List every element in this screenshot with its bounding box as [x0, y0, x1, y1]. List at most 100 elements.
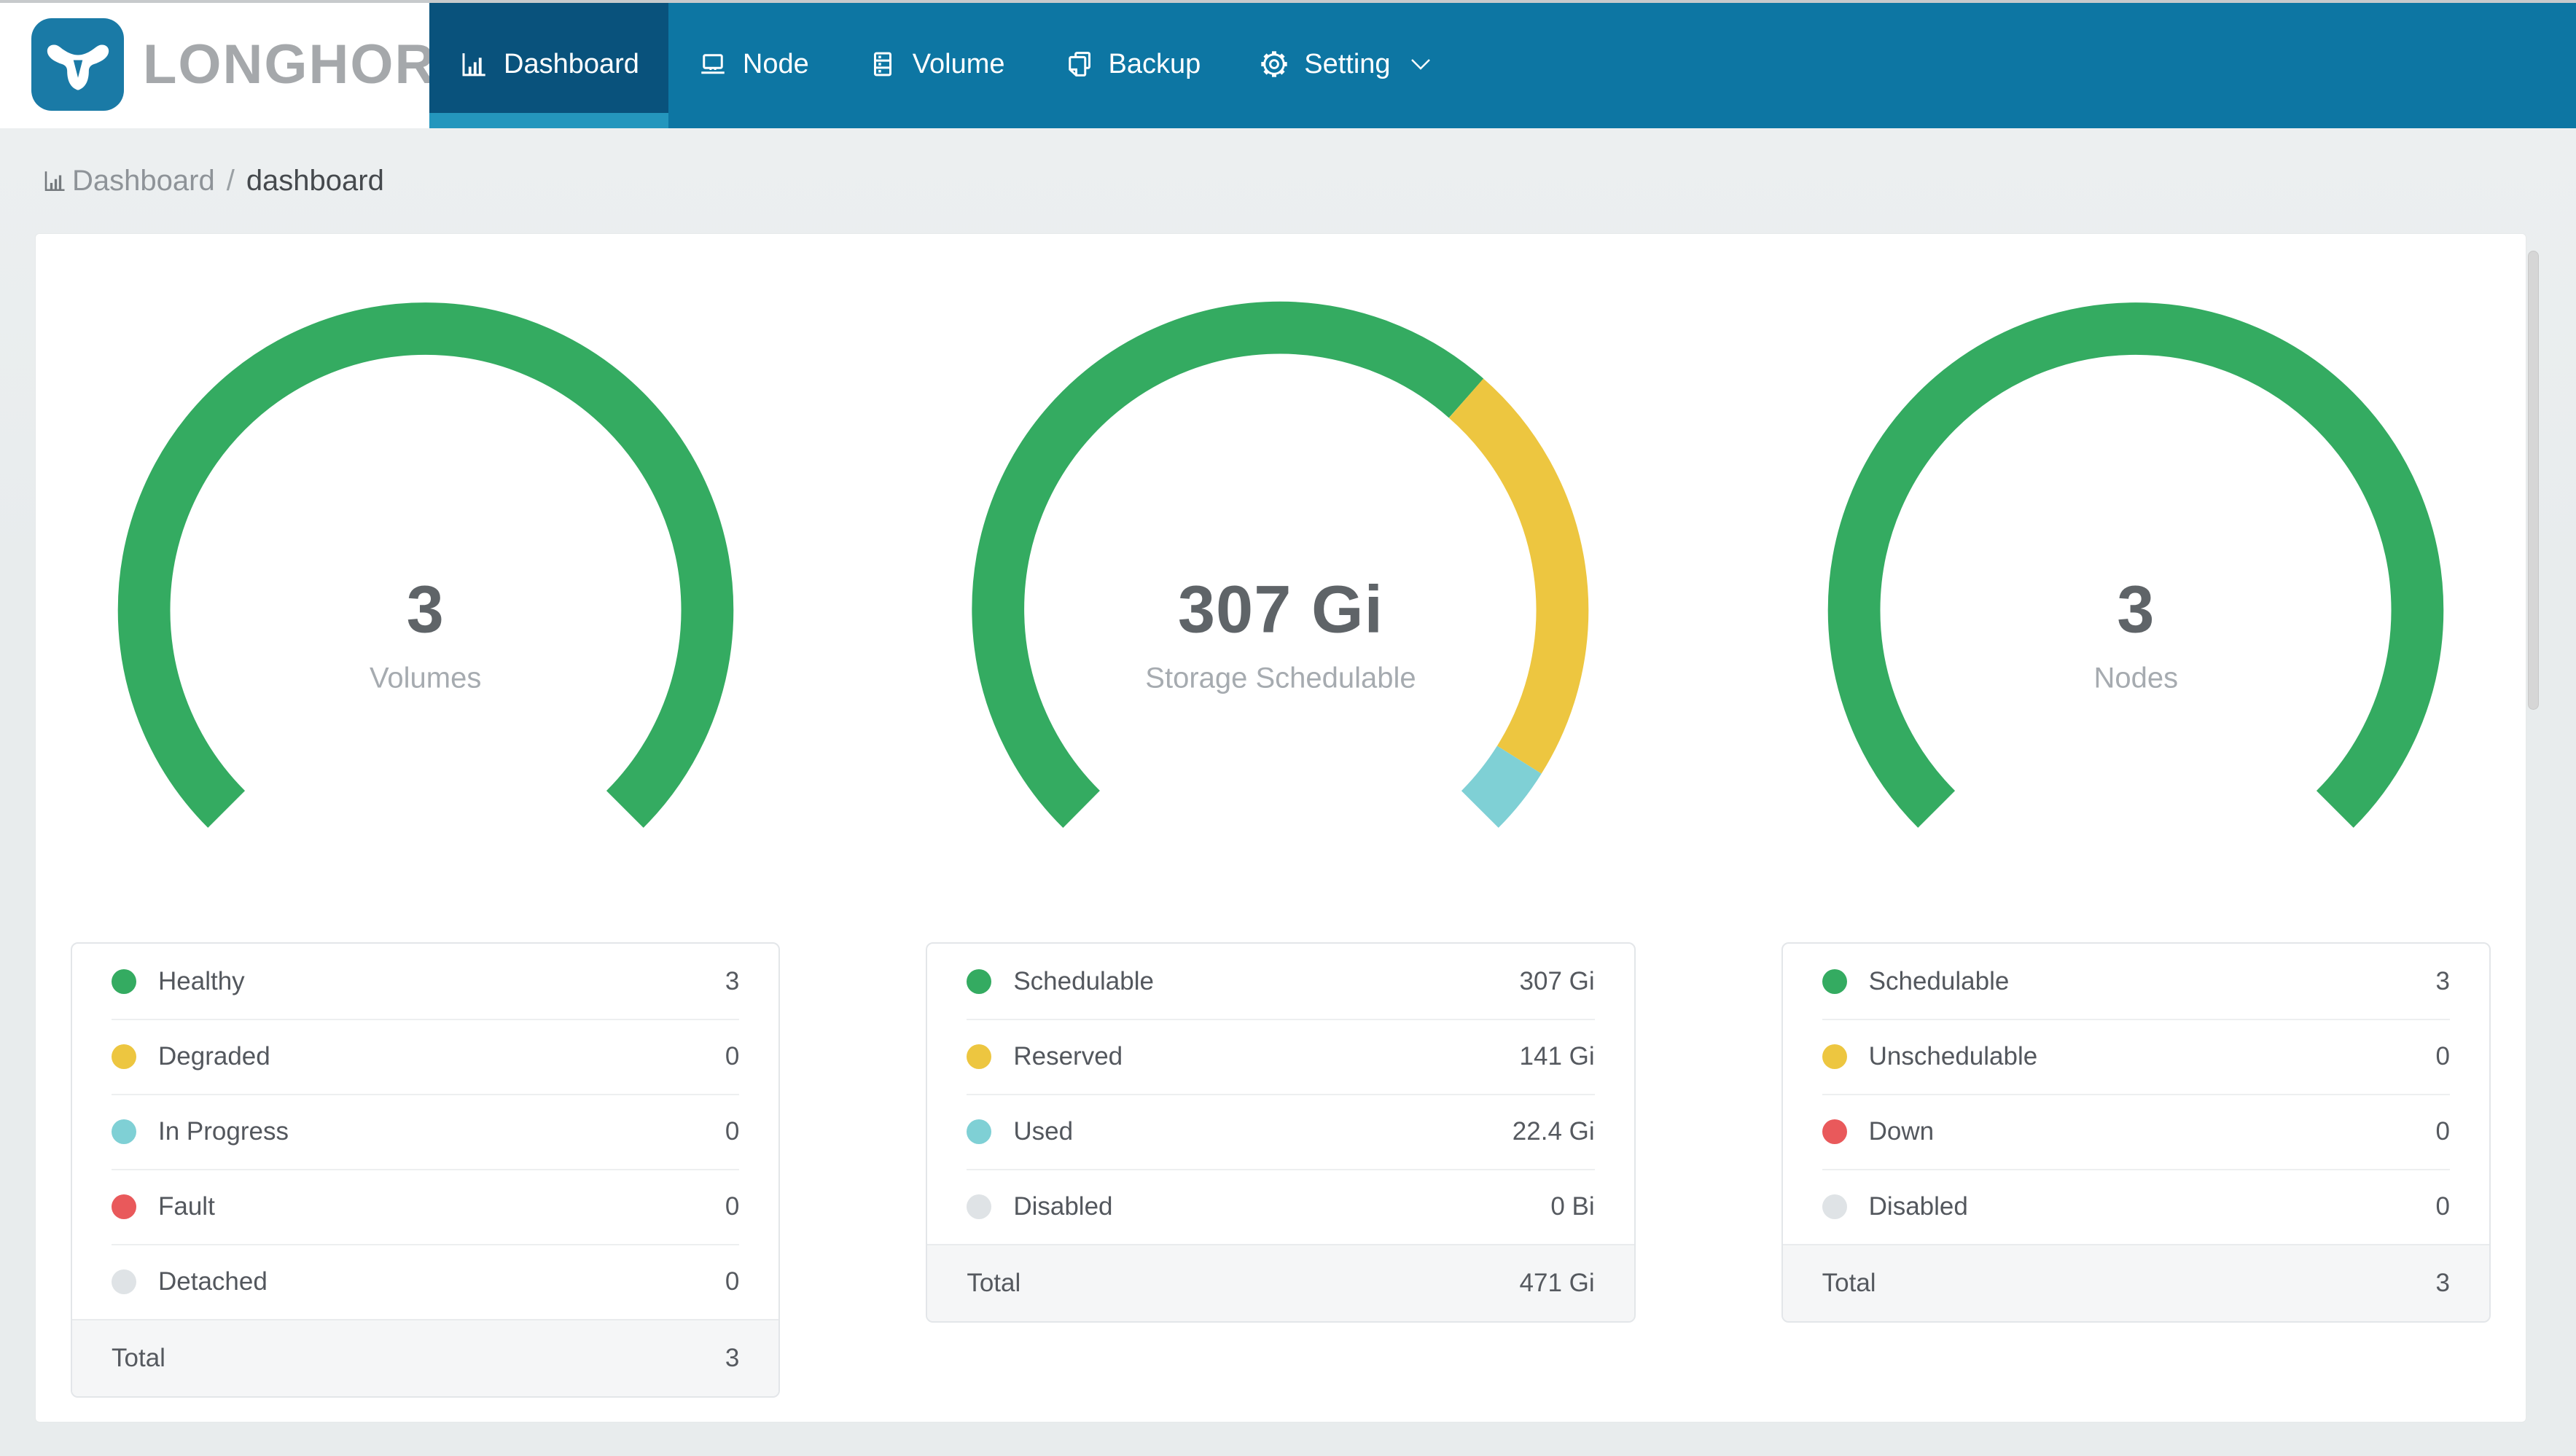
main-menu: Dashboard Node Volume Backup Setting [429, 0, 2576, 128]
table-total-row: Total 3 [72, 1319, 779, 1396]
row-value: 307 Gi [1519, 966, 1595, 995]
gauge-arc-healthy [117, 302, 733, 828]
table-row: Unschedulable 0 [1783, 1019, 2489, 1094]
table-row: Disabled 0 Bi [927, 1169, 1634, 1244]
row-value: 0 [2435, 1041, 2450, 1071]
laptop-icon [698, 49, 728, 79]
bar-chart-icon [458, 49, 489, 79]
row-label: Reserved [1013, 1041, 1123, 1071]
chevron-down-icon [1410, 58, 1432, 71]
status-dot-down [1822, 1119, 1847, 1144]
table-row: Fault 0 [72, 1169, 778, 1244]
gauge-value: 307 Gi [1177, 572, 1384, 647]
table-row: Down 0 [1783, 1094, 2489, 1169]
row-label: Fault [158, 1191, 215, 1221]
gauge-label: Nodes [2093, 662, 2179, 694]
status-dot-detached [112, 1269, 136, 1294]
status-dot-disabled [967, 1194, 992, 1219]
longhorn-bull-icon [31, 17, 124, 111]
copy-icon [1063, 49, 1094, 79]
row-value: 0 [2435, 1191, 2450, 1221]
breadcrumb: Dashboard / dashboard [0, 128, 2576, 233]
nav-label: Volume [912, 48, 1005, 79]
longhorn-dashboard-page: LONGHORN Dashboard Node Volume Backup Se… [0, 0, 2576, 1456]
nav-item-setting[interactable]: Setting [1230, 0, 1460, 128]
storage-gauge-chart: 307 Gi Storage Schedulable [945, 275, 1616, 831]
row-label: Detached [158, 1267, 268, 1296]
nav-label: Dashboard [504, 48, 639, 79]
status-dot-fault [112, 1194, 136, 1219]
dashboard-card: 3 Volumes Healthy 3 Degraded 0 In Progre… [35, 233, 2526, 1422]
row-label: Degraded [158, 1041, 270, 1071]
nodes-panel: 3 Nodes Schedulable 3 Unschedulable 0 Do… [1781, 234, 2491, 1398]
row-value: 0 [2435, 1116, 2450, 1146]
nav-item-volume[interactable]: Volume [838, 0, 1034, 128]
nodes-gauge-chart: 3 Nodes [1800, 275, 2471, 831]
storage-legend-table: Schedulable 307 Gi Reserved 141 Gi Used … [926, 942, 1636, 1323]
brand-name: LONGHORN [143, 33, 478, 95]
window-top-edge [0, 0, 2576, 3]
row-value: 0 [725, 1267, 740, 1296]
table-row: Schedulable 307 Gi [927, 944, 1634, 1019]
volumes-panel: 3 Volumes Healthy 3 Degraded 0 In Progre… [71, 234, 781, 1398]
scrollbar-thumb[interactable] [2528, 251, 2539, 710]
status-dot-used [967, 1119, 992, 1144]
total-value: 3 [2435, 1269, 2450, 1297]
gauge-label: Volumes [369, 662, 482, 694]
total-label: Total [967, 1269, 1021, 1297]
row-label: Down [1868, 1116, 1935, 1146]
gauge-arc-schedulable [1828, 302, 2444, 828]
top-navbar: LONGHORN Dashboard Node Volume Backup Se… [0, 0, 2576, 128]
breadcrumb-separator: / [226, 164, 235, 197]
row-label: In Progress [158, 1116, 289, 1146]
status-dot-reserved [967, 1044, 992, 1069]
row-value: 0 [725, 1116, 740, 1146]
row-label: Schedulable [1013, 966, 1154, 995]
gauge-value: 3 [2117, 572, 2155, 647]
row-label: Disabled [1013, 1191, 1113, 1221]
status-dot-inprogress [112, 1119, 136, 1144]
status-dot-schedulable [967, 968, 992, 994]
status-dot-healthy [112, 968, 136, 994]
brand-logo[interactable]: LONGHORN [0, 0, 476, 128]
nav-item-node[interactable]: Node [668, 0, 838, 128]
total-value: 471 Gi [1519, 1269, 1595, 1297]
storage-panel: 307 Gi Storage Schedulable Schedulable 3… [926, 234, 1636, 1398]
table-row: Detached 0 [72, 1244, 778, 1319]
nav-label: Setting [1304, 48, 1391, 79]
status-dot-schedulable [1822, 968, 1847, 994]
status-dot-disabled [1822, 1194, 1847, 1219]
row-value: 3 [2435, 966, 2450, 995]
row-value: 22.4 Gi [1512, 1116, 1595, 1146]
breadcrumb-current: dashboard [246, 164, 384, 197]
gauge-arc-used [1461, 745, 1542, 828]
volumes-gauge-chart: 3 Volumes [90, 275, 761, 831]
gauge-arc-schedulable [972, 301, 1484, 828]
gauge-label: Storage Schedulable [1145, 662, 1416, 694]
database-icon [867, 49, 898, 79]
table-row: Disabled 0 [1783, 1169, 2489, 1244]
nav-item-dashboard[interactable]: Dashboard [429, 0, 668, 128]
row-label: Schedulable [1868, 966, 2010, 995]
row-value: 0 Bi [1550, 1191, 1595, 1221]
nav-label: Node [742, 48, 809, 79]
row-label: Healthy [158, 966, 245, 995]
status-dot-unschedulable [1822, 1044, 1847, 1069]
total-value: 3 [725, 1344, 740, 1372]
nav-item-backup[interactable]: Backup [1034, 0, 1230, 128]
table-total-row: Total 3 [1782, 1244, 2489, 1321]
volumes-legend-table: Healthy 3 Degraded 0 In Progress 0 Fault… [71, 942, 781, 1398]
bar-chart-icon [42, 168, 68, 194]
row-value: 141 Gi [1519, 1041, 1595, 1071]
total-label: Total [1822, 1269, 1876, 1297]
table-row: In Progress 0 [72, 1094, 778, 1169]
row-label: Used [1013, 1116, 1074, 1146]
table-row: Reserved 141 Gi [927, 1019, 1634, 1094]
breadcrumb-root[interactable]: Dashboard [72, 165, 215, 197]
table-row: Used 22.4 Gi [927, 1094, 1634, 1169]
table-row: Healthy 3 [72, 944, 778, 1019]
table-row: Schedulable 3 [1783, 944, 2489, 1019]
row-value: 0 [725, 1041, 740, 1071]
row-label: Unschedulable [1868, 1041, 2038, 1071]
gauge-value: 3 [406, 572, 445, 647]
